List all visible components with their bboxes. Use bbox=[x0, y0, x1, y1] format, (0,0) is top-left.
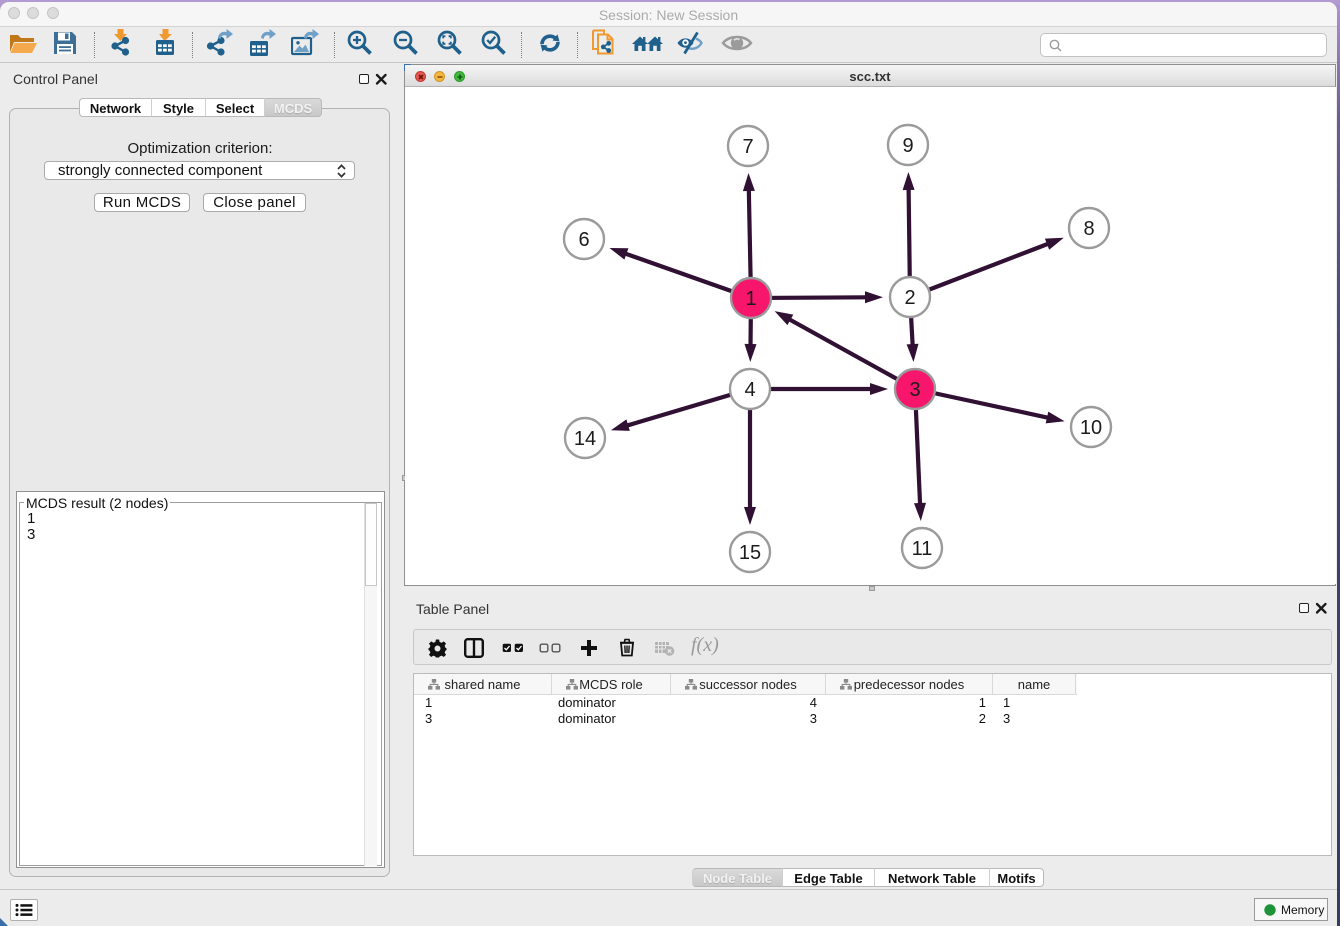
svg-text:2: 2 bbox=[904, 287, 915, 309]
svg-text:11: 11 bbox=[912, 538, 933, 560]
svg-text:7: 7 bbox=[742, 136, 753, 158]
svg-text:14: 14 bbox=[574, 428, 596, 450]
svg-text:8: 8 bbox=[1083, 218, 1094, 240]
svg-text:1: 1 bbox=[745, 288, 756, 310]
svg-text:10: 10 bbox=[1080, 417, 1102, 439]
svg-text:6: 6 bbox=[578, 229, 589, 251]
svg-text:3: 3 bbox=[909, 379, 920, 401]
svg-text:15: 15 bbox=[739, 542, 761, 564]
svg-text:9: 9 bbox=[902, 135, 913, 157]
svg-text:4: 4 bbox=[744, 379, 755, 401]
